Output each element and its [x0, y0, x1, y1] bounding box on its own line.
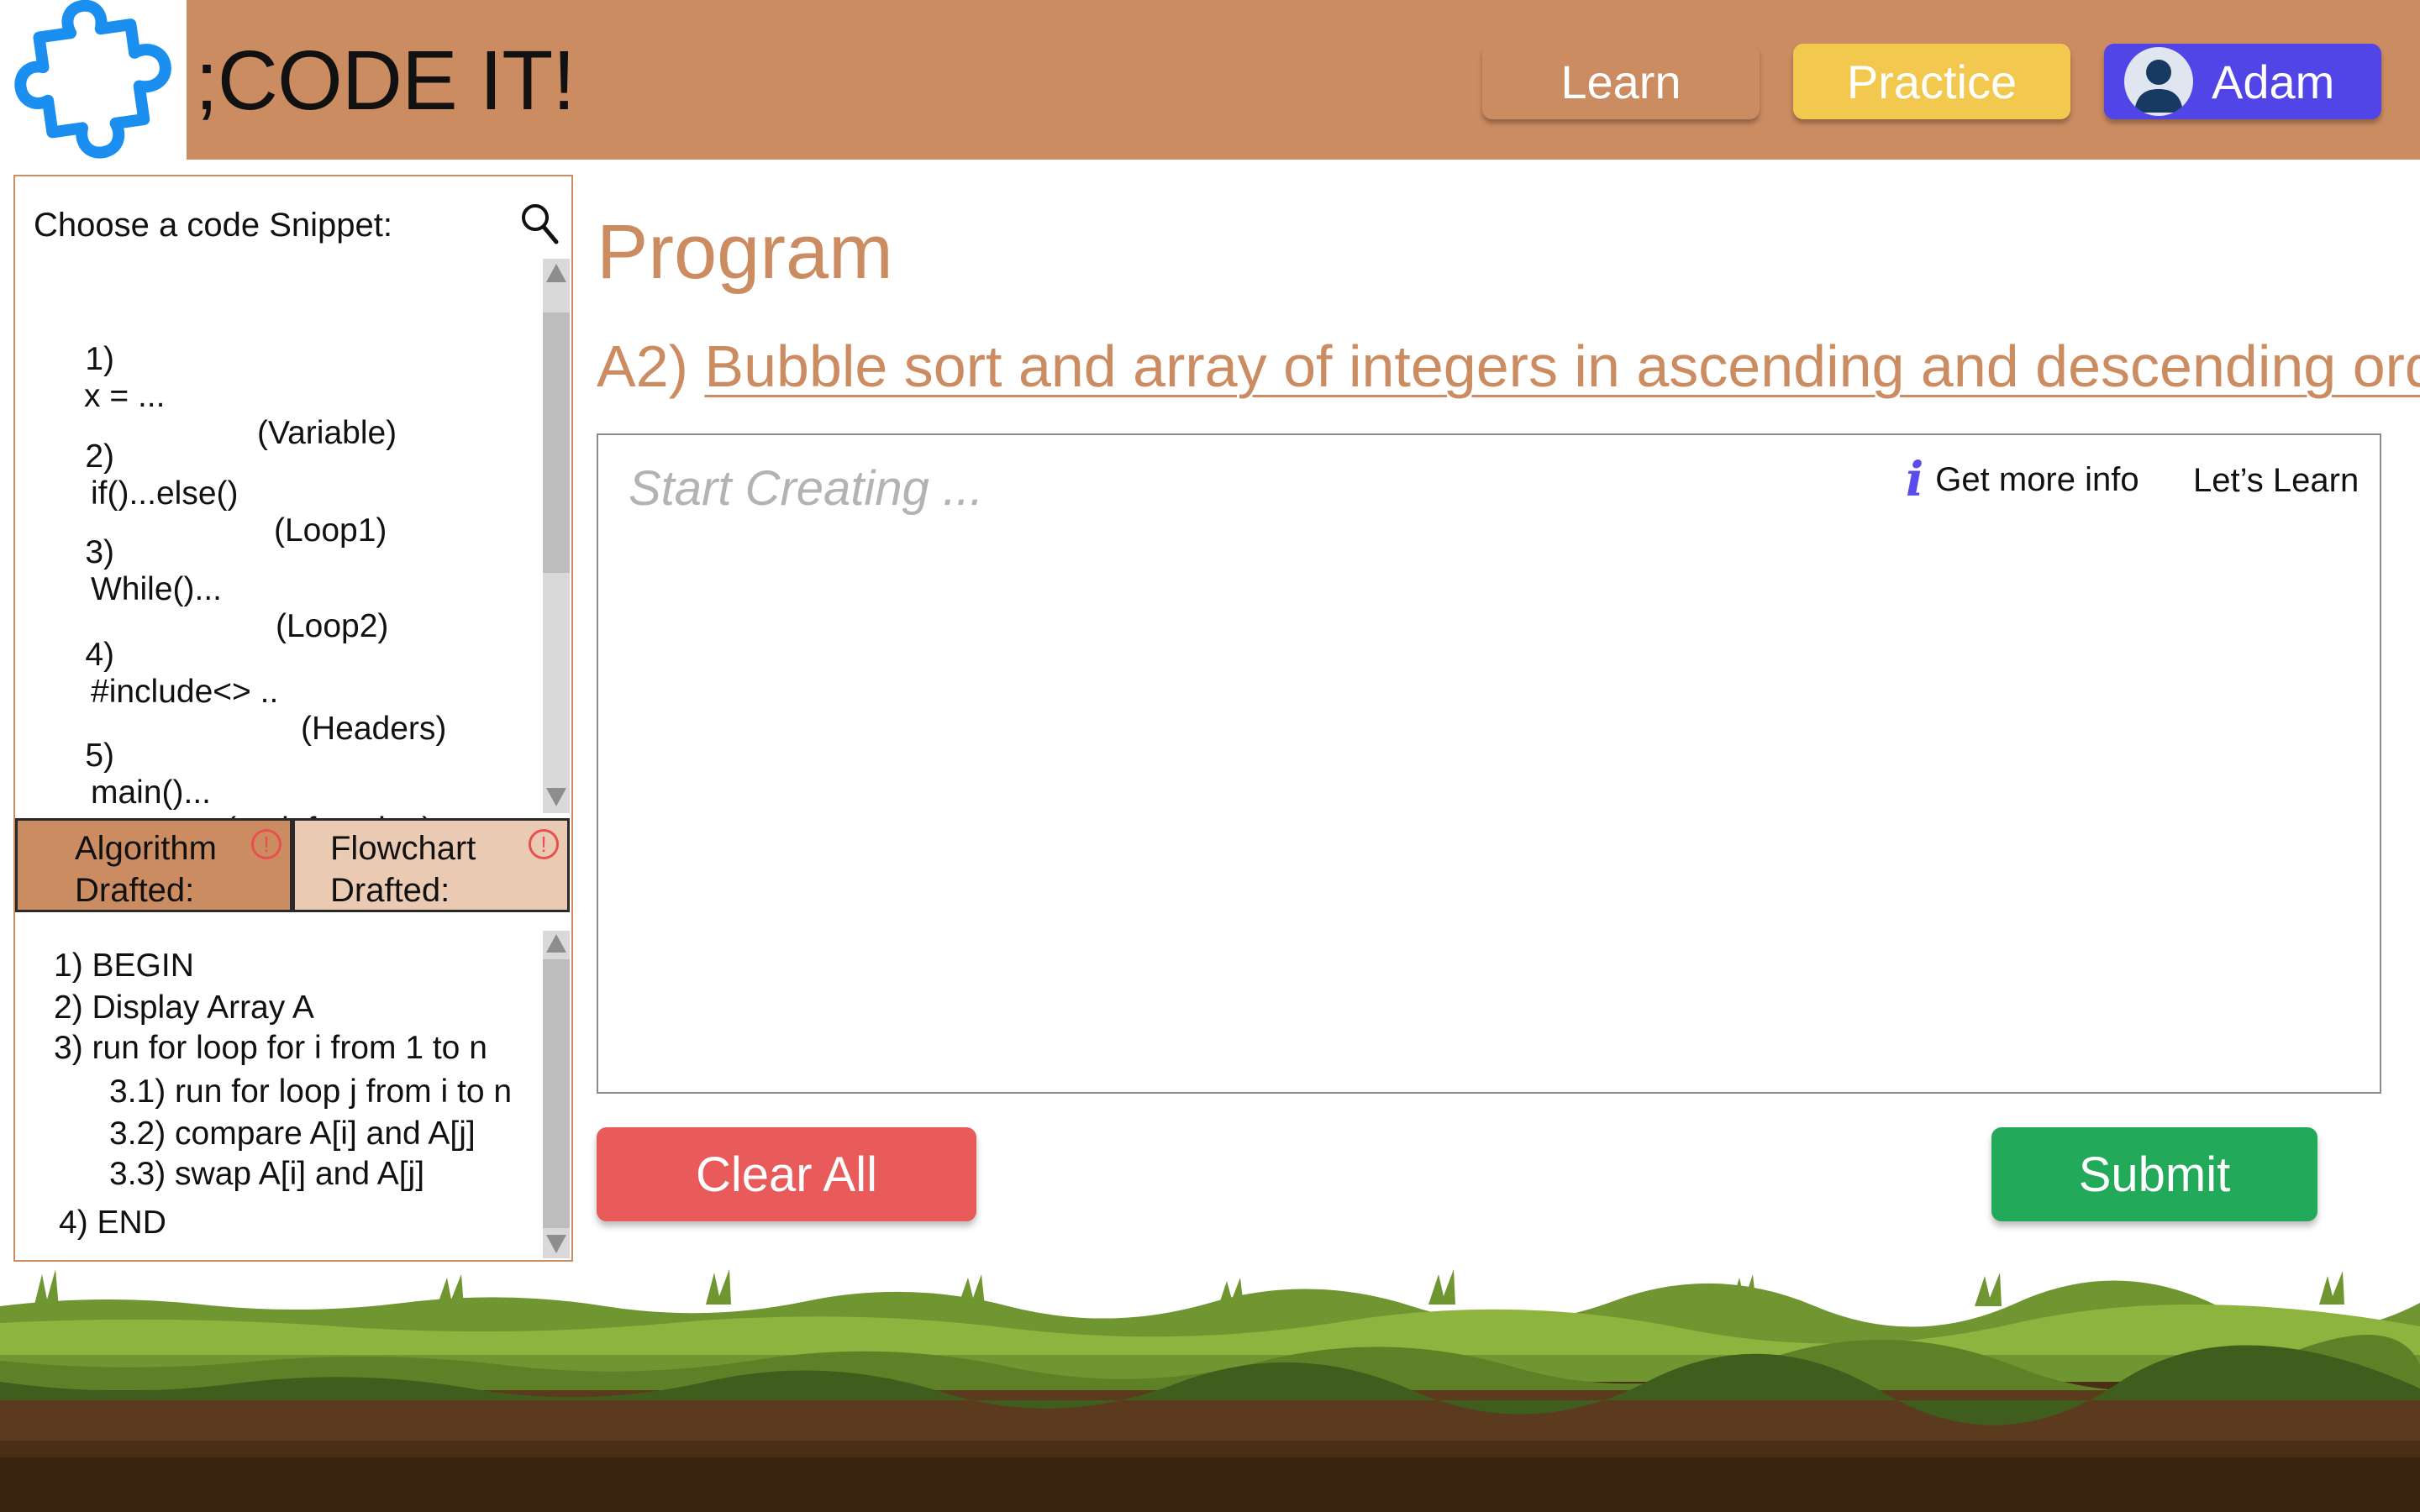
scroll-thumb[interactable] — [543, 312, 570, 573]
tab-algorithm-drafted[interactable]: Algorithm Drafted: ! — [15, 818, 292, 912]
scroll-up-icon[interactable] — [546, 264, 566, 282]
algorithm-line: 4) END — [59, 1205, 166, 1241]
snippet-code: main()... — [91, 774, 212, 811]
warning-icon: ! — [529, 829, 559, 859]
tab-flowchart-drafted[interactable]: Flowchart Drafted: ! — [292, 818, 570, 912]
code-editor[interactable]: Start Creating ... i Get more info Let’s… — [597, 433, 2381, 1094]
clear-all-button[interactable]: Clear All — [597, 1127, 976, 1221]
snippet-panel: Choose a code Snippet: 1) x = ... (Varia… — [13, 175, 573, 1262]
snippet-number: 4) — [85, 637, 115, 673]
snippet-number: 3) — [85, 534, 115, 570]
snippet-panel-title: Choose a code Snippet: — [34, 207, 392, 244]
info-icon: i — [1906, 452, 1924, 507]
lets-learn-link[interactable]: Let’s Learn — [2193, 462, 2359, 500]
snippet-code: #include<> .. — [91, 674, 279, 710]
algorithm-line: 3.1) run for loop j from i to n — [109, 1074, 513, 1110]
grass-ground-decoration — [0, 1269, 2420, 1512]
get-more-info-label: Get more info — [1935, 460, 2139, 498]
snippet-tag: (Loop2) — [276, 608, 389, 644]
algorithm-line: 1) BEGIN — [54, 948, 194, 984]
user-icon — [2134, 60, 2183, 113]
user-menu-button[interactable]: Adam — [2104, 44, 2381, 119]
snippet-tag: (Loop1) — [274, 512, 387, 549]
snippet-scrollbar[interactable] — [543, 259, 570, 813]
submit-button[interactable]: Submit — [1991, 1127, 2317, 1221]
snippet-tag: (Headers) — [301, 711, 447, 747]
task-link[interactable]: Bubble sort and array of integers in asc… — [704, 333, 2420, 399]
logo[interactable] — [0, 0, 187, 160]
snippet-tag: (Variable) — [257, 415, 397, 451]
tab-label-line2: Drafted: — [330, 872, 450, 909]
snippet-number: 1) — [85, 341, 115, 377]
scroll-down-icon[interactable] — [546, 1235, 566, 1253]
tab-label-line2: Drafted: — [75, 872, 195, 909]
algorithm-line: 2) Display Array A — [54, 990, 314, 1026]
puzzle-logo-icon — [14, 0, 171, 159]
nav-practice-button[interactable]: Practice — [1793, 44, 2070, 119]
scroll-up-icon[interactable] — [546, 934, 566, 953]
snippet-number: 2) — [85, 438, 115, 475]
algorithm-line: 3.2) compare A[i] and A[j] — [109, 1116, 476, 1152]
editor-placeholder: Start Creating ... — [629, 461, 984, 516]
warning-icon: ! — [251, 829, 281, 859]
scroll-thumb[interactable] — [543, 959, 570, 1228]
search-icon[interactable] — [519, 202, 561, 249]
get-more-info-link[interactable]: i Get more info — [1906, 452, 2139, 507]
user-name: Adam — [2212, 55, 2335, 108]
algorithm-line: 3.3) swap A[i] and A[j] — [109, 1156, 425, 1192]
task-heading: A2) Bubble sort and array of integers in… — [597, 333, 2420, 400]
page-title: Program — [597, 209, 893, 295]
algorithm-line: 3) run for loop for i from 1 to n — [54, 1030, 487, 1066]
header-bar: ;CODE IT! Learn Practice Adam — [0, 0, 2420, 160]
avatar — [2124, 47, 2193, 116]
task-id: A2) — [597, 333, 688, 399]
snippet-number: 5) — [85, 738, 115, 774]
algorithm-scrollbar[interactable] — [543, 931, 570, 1258]
scroll-down-icon[interactable] — [546, 788, 566, 806]
nav-learn-button[interactable]: Learn — [1482, 44, 1760, 119]
brand-title: ;CODE IT! — [195, 34, 576, 128]
